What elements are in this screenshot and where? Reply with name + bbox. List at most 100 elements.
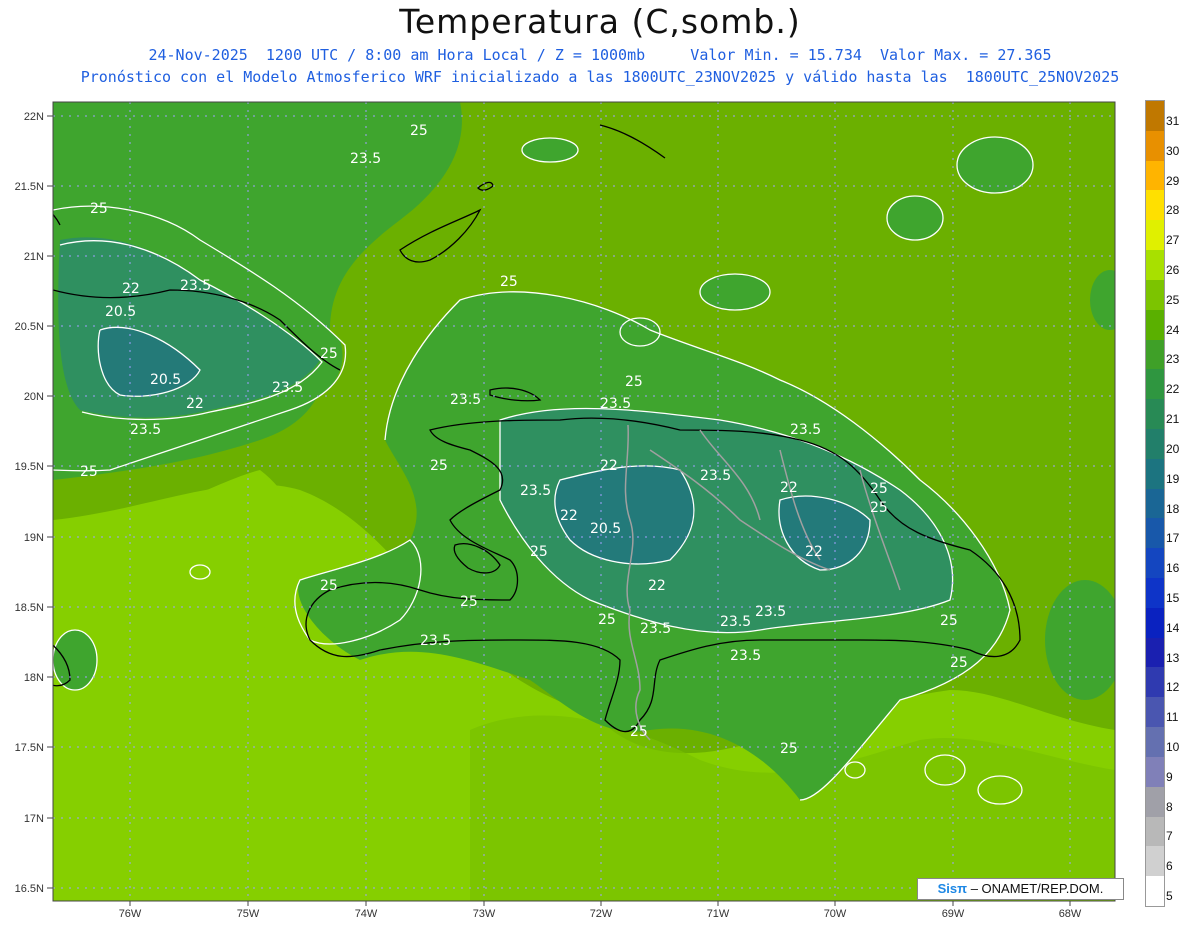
- lat-tick-label: 17.5N: [15, 742, 44, 754]
- credit-text: – ONAMET/REP.DOM.: [967, 881, 1104, 896]
- colorbar-segment: [1146, 667, 1164, 698]
- contour-label: 25: [430, 458, 448, 474]
- contour-label: 20.5: [105, 304, 136, 320]
- contour-label: 25: [870, 481, 888, 497]
- lat-tick-label: 21.5N: [15, 181, 44, 193]
- colorbar-label: 29: [1166, 173, 1180, 188]
- colorbar-segment: [1146, 876, 1164, 907]
- contour-label: 25: [630, 724, 648, 740]
- lat-tick-label: 16.5N: [15, 883, 44, 895]
- color-legend: [1145, 100, 1165, 907]
- colorbar-label: 20: [1166, 441, 1180, 456]
- lat-tick-label: 18N: [24, 672, 44, 684]
- contour-label: 23.5: [450, 392, 481, 408]
- contour-label: 25: [500, 274, 518, 290]
- contour-label: 23.5: [420, 633, 451, 649]
- colorbar-label: 18: [1166, 501, 1180, 516]
- colorbar-segment: [1146, 727, 1164, 758]
- contour-label: 23.5: [520, 483, 551, 499]
- contour-label: 25: [950, 655, 968, 671]
- colorbar-segment: [1146, 458, 1164, 490]
- colorbar-label: 13: [1166, 650, 1180, 665]
- lat-tick-label: 22N: [24, 111, 44, 123]
- contour-label: 20.5: [590, 521, 621, 537]
- contour-label: 23.5: [600, 396, 631, 412]
- colorbar-label: 11: [1166, 710, 1179, 725]
- temperature-map: 2523.52522 23.520.52520.52223.523.525 2525…: [15, 101, 1116, 920]
- lat-tick-label: 18.5N: [15, 602, 44, 614]
- contour-label: 23.5: [272, 380, 303, 396]
- lat-tick-label: 20.5N: [15, 321, 44, 333]
- colorbar-label: 25: [1166, 292, 1180, 307]
- colorbar-label: 5: [1166, 889, 1173, 904]
- colorbar-label: 24: [1166, 322, 1180, 337]
- contour-label: 25: [940, 613, 958, 629]
- colorbar-segment: [1146, 637, 1164, 668]
- contour-label: 25: [90, 201, 108, 217]
- colorbar-segment: [1146, 279, 1164, 311]
- colorbar-label: 22: [1166, 382, 1180, 397]
- contour-label: 22: [600, 458, 618, 474]
- colorbar-label: 10: [1166, 740, 1180, 755]
- contour-label: 23.5: [730, 648, 761, 664]
- contour-label: 23.5: [640, 621, 671, 637]
- contour-label: 22: [805, 544, 823, 560]
- contour-label: 23.5: [700, 468, 731, 484]
- lat-tick-label: 19N: [24, 532, 44, 544]
- colorbar-label: 31: [1166, 113, 1180, 128]
- colorbar-segment: [1146, 130, 1164, 162]
- lon-tick-label: 73W: [473, 908, 496, 920]
- contour-label: 25: [625, 374, 643, 390]
- contour-label: 25: [460, 594, 478, 610]
- colorbar-segment: [1146, 756, 1164, 788]
- lat-tick-label: 21N: [24, 251, 44, 263]
- island-patch: [1090, 270, 1115, 330]
- colorbar-segment: [1146, 607, 1164, 639]
- lon-tick-label: 74W: [355, 908, 378, 920]
- contour-label: 25: [598, 612, 616, 628]
- sispi-logo: Sisπ: [937, 881, 968, 896]
- contour-label: 22: [186, 396, 204, 412]
- contour-label: 22: [780, 480, 798, 496]
- colorbar-label: 30: [1166, 143, 1180, 158]
- lon-tick-label: 71W: [707, 908, 730, 920]
- colorbar-label: 26: [1166, 262, 1180, 277]
- colorbar-label: 21: [1166, 412, 1180, 427]
- colorbar-segment: [1146, 548, 1164, 579]
- colorbar-segment: [1146, 846, 1164, 877]
- colorbar-segment: [1146, 816, 1164, 847]
- contour-label: 23.5: [720, 614, 751, 630]
- contour-label: 23.5: [180, 278, 211, 294]
- colorbar-segment: [1146, 697, 1164, 728]
- colorbar-segment: [1146, 339, 1164, 370]
- colorbar-label: 6: [1166, 859, 1173, 874]
- colorbar-segment: [1146, 160, 1164, 191]
- longitude-axis: 76W 75W 74W 73W 72W 71W 70W 69W 68W: [119, 901, 1082, 920]
- contour-label: 25: [320, 346, 338, 362]
- contour-label: 23.5: [755, 604, 786, 620]
- contour-label: 20.5: [150, 372, 181, 388]
- contour-label: 22: [560, 508, 578, 524]
- colorbar-label: 27: [1166, 233, 1180, 248]
- credit-box: Sisπ – ONAMET/REP.DOM.: [917, 878, 1124, 900]
- colorbar-segment: [1146, 101, 1164, 132]
- contour-label: 25: [320, 578, 338, 594]
- contour-label: 25: [80, 464, 98, 480]
- colorbar-segment: [1146, 488, 1164, 519]
- island-patch: [1045, 580, 1115, 700]
- colorbar-segment: [1146, 190, 1164, 221]
- colorbar-segment: [1146, 369, 1164, 400]
- colorbar-segment: [1146, 309, 1164, 341]
- lon-tick-label: 70W: [824, 908, 847, 920]
- lat-tick-label: 20N: [24, 391, 44, 403]
- colorbar-label: 19: [1166, 471, 1180, 486]
- colorbar-label: 17: [1166, 531, 1180, 546]
- colorbar-segment: [1146, 250, 1164, 281]
- colorbar-label: 15: [1166, 590, 1180, 605]
- contour-label: 25: [410, 123, 428, 139]
- lon-tick-label: 76W: [119, 908, 142, 920]
- colorbar-label: 7: [1166, 829, 1173, 844]
- colorbar-segment: [1146, 518, 1164, 549]
- colorbar-segment: [1146, 428, 1164, 460]
- lon-tick-label: 68W: [1059, 908, 1082, 920]
